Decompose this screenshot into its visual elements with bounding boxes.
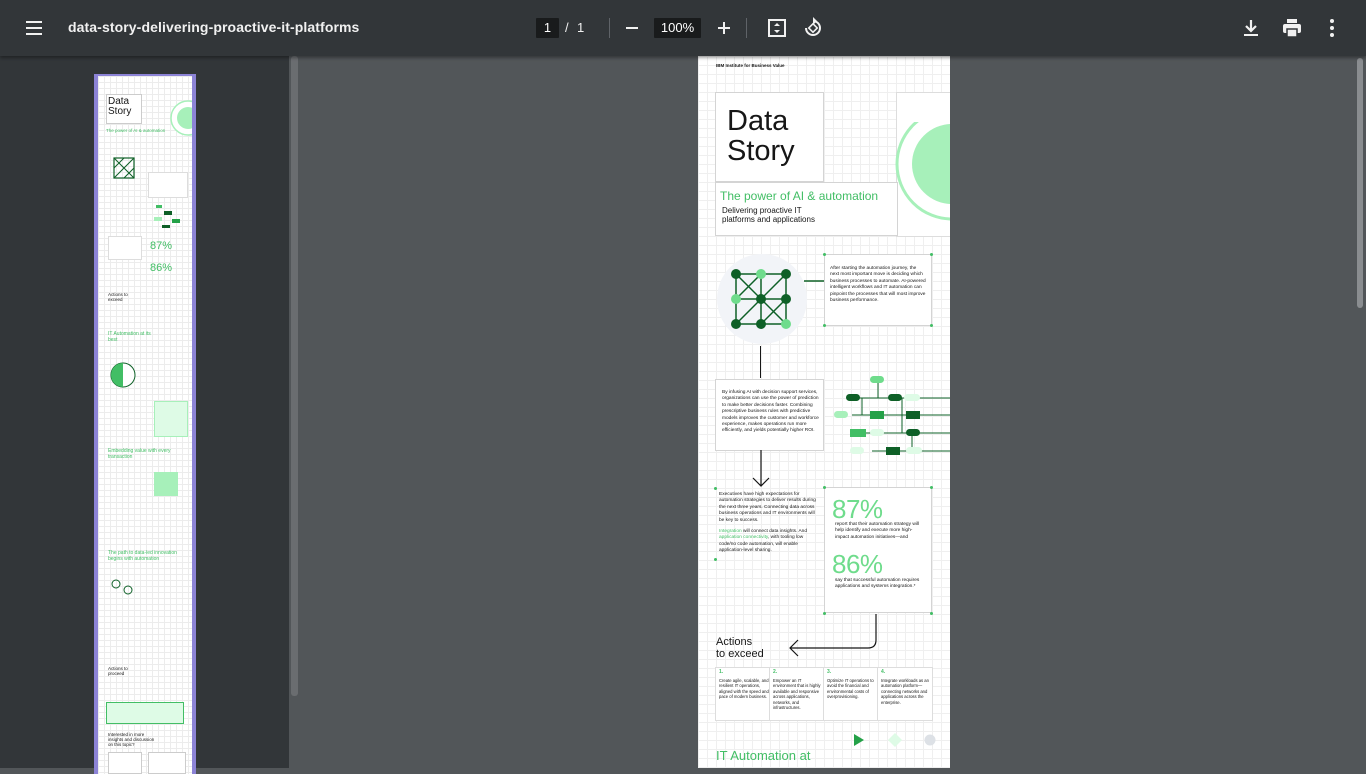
thumbnail-sidebar: Data Story The power of AI & automation … <box>0 56 289 774</box>
page-thumbnail-selected[interactable]: Data Story The power of AI & automation … <box>94 74 196 774</box>
actions-line2: to exceed <box>716 648 764 660</box>
toolbar-divider <box>746 18 747 38</box>
thumb-cta: Interested in more insights and discussi… <box>108 732 155 747</box>
sidebar-scrollbar[interactable] <box>291 56 298 696</box>
tagline-line1: Delivering proactive IT <box>722 206 802 215</box>
text-block-1-content: After starting the automation journey, t… <box>830 266 926 304</box>
thumb-half-circle <box>110 362 136 388</box>
step-1: 1. Create agile, scalable, and resilient … <box>719 669 769 699</box>
circle-graphic <box>895 122 950 221</box>
fit-page-icon[interactable] <box>765 16 789 40</box>
thumb-subtitle: The power of AI & automation <box>106 128 166 133</box>
title-line1: Data <box>727 105 789 137</box>
subtitle: The power of AI & automation <box>720 189 879 203</box>
actions-line1: Actions <box>716 636 753 648</box>
step-2: 2. Empower an IT environment that is high… <box>773 669 821 710</box>
page-number-input[interactable]: 1 <box>536 18 559 38</box>
step-3: 3. Optimize IT operations to avoid the fi… <box>827 669 874 699</box>
toolbar-divider <box>609 18 610 38</box>
thumb-flow-graphic <box>154 205 180 228</box>
thumb-section-2: Embedding value with every transaction <box>108 448 171 460</box>
document-title: data-story-delivering-proactive-it-platf… <box>68 19 360 35</box>
page-thumbnail[interactable]: Data Story The power of AI & automation … <box>98 76 192 774</box>
pdf-toolbar: data-story-delivering-proactive-it-platf… <box>0 0 1366 56</box>
text-block-3b: Integration will connect data insights. … <box>719 529 808 554</box>
thumb-section-3: The path to data-led innovation begins w… <box>108 550 177 562</box>
thumb-actions: Actions to exceed <box>108 292 128 302</box>
thumb-network-graphic <box>113 157 135 179</box>
text-block-3-content: Executives have high expectations for au… <box>719 492 816 523</box>
thumb-section-1: IT Automation at its best <box>108 331 151 343</box>
stat-86-text: say that successful automation requires … <box>835 578 920 590</box>
text-block-2-content: By infusing AI with decision support ser… <box>722 390 819 434</box>
thumb-actions-2: Actions to proceed <box>108 666 128 676</box>
stat-87-text: report that their automation strategy wi… <box>835 522 919 540</box>
zoom-out-icon[interactable] <box>620 16 644 40</box>
print-icon[interactable] <box>1280 16 1304 40</box>
total-pages: 1 <box>577 20 585 35</box>
page-header: IBM Institute for Business Value <box>716 63 785 68</box>
download-icon[interactable] <box>1239 16 1263 40</box>
title-line2: Story <box>727 135 795 167</box>
down-arrow-icon <box>752 450 770 487</box>
main-scrollbar[interactable] <box>1357 58 1363 308</box>
zoom-level-input[interactable]: 100% <box>654 18 701 38</box>
thumb-title-line2: Story <box>108 106 132 117</box>
stat-86-value: 86% <box>832 549 883 579</box>
more-icon[interactable] <box>1320 16 1344 40</box>
menu-icon[interactable] <box>18 14 50 42</box>
rotate-icon[interactable] <box>801 16 825 40</box>
step-4: 4. Integrate workloads as an automation p… <box>881 669 929 705</box>
network-node-graphic <box>717 254 824 344</box>
flow-diagram-graphic <box>834 376 950 455</box>
tagline-line2: platforms and applications <box>722 215 815 224</box>
zoom-in-icon[interactable] <box>712 16 736 40</box>
thumb-stat-87: 87% <box>150 240 173 252</box>
thumb-link-graphic <box>111 579 133 595</box>
return-arrow-icon <box>789 614 877 657</box>
decorative-shapes <box>854 733 936 747</box>
section-title: IT Automation at <box>716 748 811 763</box>
document-viewer: IBM Institute for Business Value Data St… <box>300 56 1366 768</box>
thumb-stat-86: 86% <box>150 262 173 274</box>
page-separator: / <box>565 20 569 35</box>
pdf-page: IBM Institute for Business Value Data St… <box>698 56 950 768</box>
stat-87-value: 87% <box>832 494 883 524</box>
